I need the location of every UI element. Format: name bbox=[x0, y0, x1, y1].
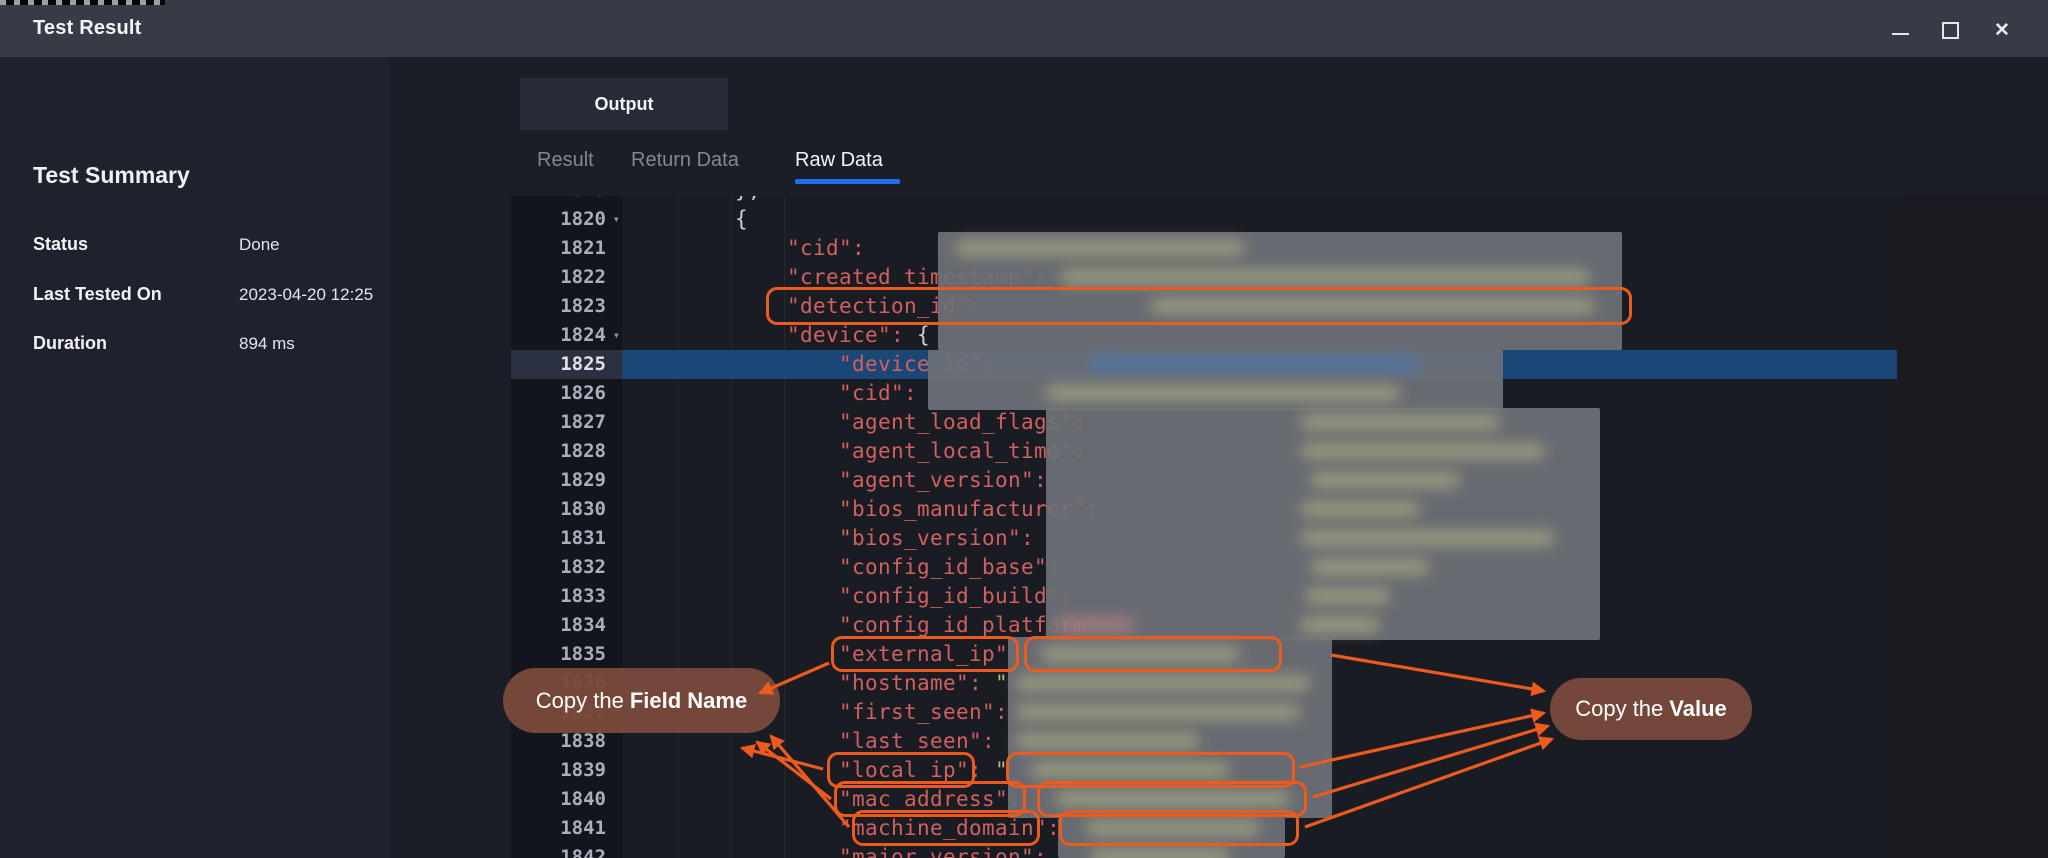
copy-field-name-callout: Copy theField Name bbox=[503, 668, 780, 733]
redacted-value-streak bbox=[955, 240, 1245, 256]
subtab-raw-data[interactable]: Raw Data bbox=[795, 149, 883, 179]
minimize-icon bbox=[1892, 33, 1909, 35]
code-line-1819[interactable]: }, bbox=[622, 196, 1897, 205]
annotation-box-machine-domain-value bbox=[1059, 810, 1299, 846]
fold-caret-icon[interactable]: ▾ bbox=[613, 205, 620, 234]
line-number: 1820▾ bbox=[511, 205, 622, 234]
close-icon: ✕ bbox=[1994, 19, 2010, 42]
close-button[interactable]: ✕ bbox=[1982, 0, 2022, 57]
fold-caret-icon[interactable]: ▾ bbox=[613, 321, 620, 350]
line-number: 1828 bbox=[511, 437, 622, 466]
redacted-value-streak bbox=[1310, 559, 1430, 575]
line-number: 1830 bbox=[511, 495, 622, 524]
window-title: Test Result bbox=[33, 0, 142, 57]
titlebar bbox=[0, 0, 2048, 57]
tab-output[interactable]: Output bbox=[520, 78, 728, 130]
test-result-window: Test Result ✕ Test Summary Status Done Las… bbox=[0, 0, 2048, 858]
line-number: 1834 bbox=[511, 611, 622, 640]
redacted-value-streak bbox=[1090, 356, 1420, 372]
redacted-value-streak bbox=[1300, 501, 1420, 517]
line-number: 1840 bbox=[511, 785, 622, 814]
summary-value: 2023-04-20 12:25 bbox=[239, 285, 373, 305]
maximize-button[interactable] bbox=[1930, 0, 1970, 57]
subtab-return-data[interactable]: Return Data bbox=[631, 149, 739, 179]
maximize-icon bbox=[1942, 22, 1959, 39]
redacted-value-streak bbox=[1015, 733, 1200, 749]
line-number: 1829 bbox=[511, 466, 622, 495]
line-number: 1822 bbox=[511, 263, 622, 292]
test-summary-panel: Test Summary Status Done Last Tested On 202… bbox=[0, 57, 390, 858]
editor-right-margin bbox=[1897, 196, 2048, 858]
subtab-result[interactable]: Result bbox=[537, 149, 594, 179]
summary-label-last-tested-on: Last Tested On bbox=[33, 284, 162, 305]
annotation-box-external-ip-key bbox=[831, 636, 1019, 672]
redacted-value-streak bbox=[1060, 269, 1590, 285]
redacted-value-streak bbox=[1045, 385, 1400, 401]
redacted-value-streak bbox=[1300, 443, 1545, 459]
line-number: 1826 bbox=[511, 379, 622, 408]
copy-value-callout: Copy theValue bbox=[1550, 678, 1752, 740]
line-number: 1831 bbox=[511, 524, 622, 553]
annotation-box-machine-domain-key bbox=[852, 810, 1040, 846]
code-line-1820[interactable]: { bbox=[622, 205, 1897, 234]
redacted-value-streak bbox=[1305, 588, 1390, 604]
line-number: 1835 bbox=[511, 640, 622, 669]
redacted-value-streak bbox=[1015, 704, 1300, 720]
redacted-value-streak bbox=[1300, 530, 1555, 546]
line-number: 1832 bbox=[511, 553, 622, 582]
summary-value: Done bbox=[239, 235, 280, 255]
redacted-value-streak bbox=[1300, 414, 1500, 430]
redacted-value-streak bbox=[1055, 617, 1135, 633]
annotation-box-detection-id-line bbox=[766, 287, 1632, 325]
summary-value: 894 ms bbox=[239, 334, 295, 354]
line-number: 1819 bbox=[511, 196, 622, 205]
test-summary-heading: Test Summary bbox=[33, 162, 190, 189]
line-number: 1827 bbox=[511, 408, 622, 437]
annotation-box-external-ip-value bbox=[1024, 636, 1282, 672]
line-number: 1824▾ bbox=[511, 321, 622, 350]
active-subtab-underline bbox=[795, 179, 900, 184]
redacted-value-streak bbox=[1310, 472, 1460, 488]
minimize-button[interactable] bbox=[1880, 0, 1920, 57]
line-number: 1823 bbox=[511, 292, 622, 321]
summary-label-duration: Duration bbox=[33, 333, 107, 354]
line-number: 1839 bbox=[511, 756, 622, 785]
line-number-gutter: 18191820▾1821182218231824▾18251826182718… bbox=[511, 196, 622, 858]
line-number: 1821 bbox=[511, 234, 622, 263]
summary-label-status: Status bbox=[33, 234, 88, 255]
redacted-value-streak bbox=[1300, 617, 1380, 633]
redacted-value-streak bbox=[1015, 675, 1310, 691]
line-number: 1842 bbox=[511, 843, 622, 858]
line-number: 1825 bbox=[511, 350, 622, 379]
line-number: 1833 bbox=[511, 582, 622, 611]
redacted-value-streak bbox=[1090, 849, 1230, 858]
line-number: 1841 bbox=[511, 814, 622, 843]
